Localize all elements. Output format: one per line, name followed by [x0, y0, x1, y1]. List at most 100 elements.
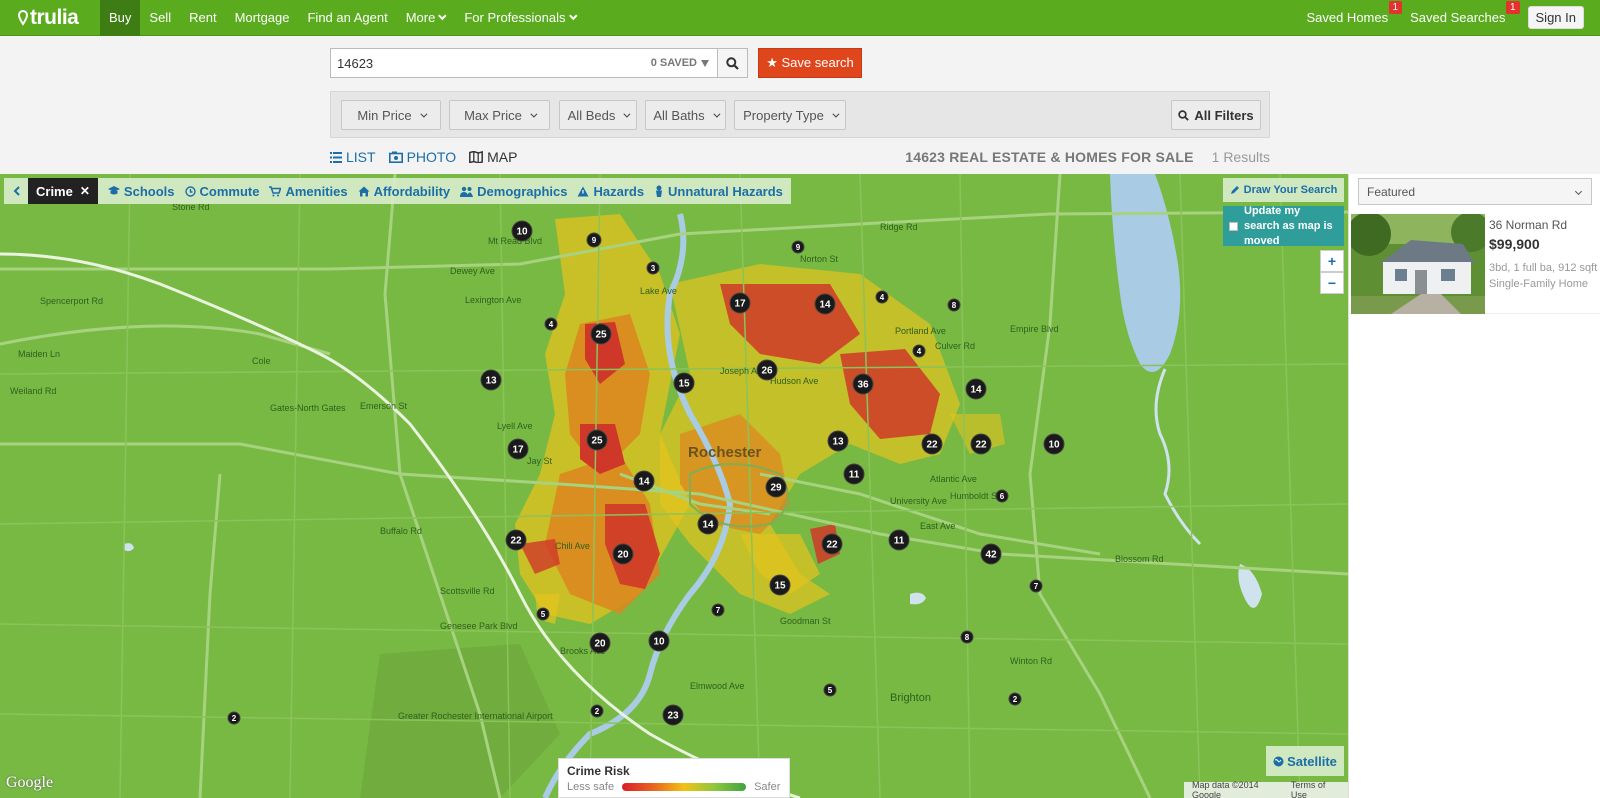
- cluster-marker[interactable]: 3: [646, 261, 660, 275]
- beds-dropdown[interactable]: All Beds: [559, 100, 637, 130]
- layer-crime[interactable]: Crime ✕: [28, 178, 98, 204]
- layer-bar-back-button[interactable]: [4, 178, 28, 204]
- cluster-marker[interactable]: 9: [586, 232, 602, 248]
- cluster-marker[interactable]: 2: [1008, 692, 1022, 706]
- search-box: 0 SAVED: [330, 48, 748, 78]
- cluster-marker[interactable]: 6: [995, 489, 1009, 503]
- draw-your-search-button[interactable]: Draw Your Search: [1223, 178, 1344, 202]
- sign-in-button[interactable]: Sign In: [1527, 6, 1584, 29]
- cluster-marker[interactable]: 20: [612, 543, 634, 565]
- nav-item-mortgage[interactable]: Mortgage: [226, 0, 299, 36]
- nav-item-label: For Professionals: [464, 10, 566, 25]
- cluster-marker[interactable]: 15: [673, 372, 695, 394]
- cluster-marker[interactable]: 42: [980, 543, 1002, 565]
- cluster-marker[interactable]: 10: [648, 630, 670, 652]
- nav-item-more[interactable]: More: [397, 0, 456, 36]
- cluster-marker[interactable]: 14: [965, 378, 987, 400]
- nav-item-find-an-agent[interactable]: Find an Agent: [298, 0, 396, 36]
- cluster-marker[interactable]: 13: [827, 430, 849, 452]
- listing-photo[interactable]: [1351, 214, 1485, 314]
- close-icon[interactable]: ✕: [80, 184, 90, 198]
- layer-demographics[interactable]: Demographics: [460, 184, 567, 199]
- cluster-marker[interactable]: 25: [590, 323, 612, 345]
- cluster-marker[interactable]: 22: [821, 533, 843, 555]
- tab-photo[interactable]: PHOTO: [388, 149, 456, 165]
- search-button[interactable]: [717, 49, 747, 77]
- cluster-marker[interactable]: 13: [480, 369, 502, 391]
- cluster-marker[interactable]: 11: [888, 529, 910, 551]
- cluster-marker[interactable]: 25: [586, 429, 608, 451]
- cluster-marker[interactable]: 36: [852, 373, 874, 395]
- cluster-marker[interactable]: 2: [227, 711, 241, 725]
- search-input[interactable]: [331, 55, 631, 71]
- cluster-marker[interactable]: 4: [544, 317, 558, 331]
- save-search-button[interactable]: ★ Save search: [758, 48, 862, 78]
- cluster-marker[interactable]: 7: [711, 603, 725, 617]
- update-search-checkbox[interactable]: [1229, 221, 1238, 231]
- satellite-toggle-button[interactable]: Satellite: [1266, 746, 1344, 776]
- nav-item-for-professionals[interactable]: For Professionals: [455, 0, 585, 36]
- terms-link[interactable]: Terms of Use: [1287, 780, 1344, 798]
- tab-list[interactable]: LIST: [330, 149, 376, 165]
- road-label: Blossom Rd: [1115, 554, 1164, 564]
- cluster-marker[interactable]: 9: [791, 240, 805, 254]
- cluster-marker[interactable]: 10: [1043, 433, 1065, 455]
- min-price-dropdown[interactable]: Min Price: [341, 100, 441, 130]
- zoom-out-button[interactable]: −: [1320, 272, 1344, 294]
- cluster-count: 9: [796, 243, 801, 252]
- cluster-marker[interactable]: 26: [756, 359, 778, 381]
- cluster-marker[interactable]: 22: [505, 529, 527, 551]
- cluster-marker[interactable]: 2: [590, 704, 604, 718]
- layer-hazards[interactable]: Hazards: [577, 184, 644, 199]
- zoom-in-button[interactable]: +: [1320, 250, 1344, 272]
- cluster-marker[interactable]: 10: [511, 220, 533, 242]
- cluster-marker[interactable]: 5: [536, 607, 550, 621]
- saved-searches-dropdown[interactable]: 0 SAVED: [651, 57, 709, 69]
- road-label: Chili Ave: [555, 541, 590, 551]
- cluster-marker[interactable]: 22: [970, 433, 992, 455]
- layer-schools[interactable]: Schools: [107, 184, 175, 199]
- pond: [1238, 564, 1262, 608]
- trulia-logo[interactable]: trulia: [0, 6, 100, 30]
- cluster-marker[interactable]: 20: [589, 632, 611, 654]
- listing-address[interactable]: 36 Norman Rd: [1489, 218, 1567, 232]
- layer-amenities[interactable]: Amenities: [269, 184, 348, 199]
- cluster-marker[interactable]: 14: [814, 293, 836, 315]
- cluster-marker[interactable]: 5: [823, 683, 837, 697]
- cluster-marker[interactable]: 4: [875, 290, 889, 304]
- layer-commute[interactable]: Commute: [184, 184, 259, 199]
- update-search-toggle[interactable]: Update my search as map is moved: [1223, 205, 1344, 247]
- cluster-marker[interactable]: 17: [507, 438, 529, 460]
- max-price-dropdown[interactable]: Max Price: [449, 100, 550, 130]
- nav-item-sell[interactable]: Sell: [140, 0, 180, 36]
- cluster-marker[interactable]: 7: [1029, 579, 1043, 593]
- beds-label: All Beds: [567, 107, 616, 123]
- saved-searches-link[interactable]: Saved Searches 1: [1410, 1, 1520, 25]
- cluster-marker[interactable]: 4: [912, 344, 926, 358]
- cluster-marker[interactable]: 15: [769, 574, 791, 596]
- nav-item-rent[interactable]: Rent: [180, 0, 225, 36]
- cluster-marker[interactable]: 22: [921, 433, 943, 455]
- sort-select[interactable]: Featured: [1358, 178, 1592, 205]
- layer-affordability[interactable]: Affordability: [358, 184, 450, 199]
- cluster-marker[interactable]: 17: [729, 292, 751, 314]
- cluster-marker[interactable]: 29: [765, 476, 787, 498]
- layer-unnatural-hazards[interactable]: Unnatural Hazards: [654, 184, 783, 199]
- listing-card[interactable]: 36 Norman Rd $99,900 3bd, 1 full ba, 912…: [1349, 214, 1600, 314]
- tab-map[interactable]: MAP: [469, 149, 517, 165]
- cluster-marker[interactable]: 11: [843, 463, 865, 485]
- nav-item-buy[interactable]: Buy: [100, 0, 141, 36]
- cluster-marker[interactable]: 8: [947, 298, 961, 312]
- cluster-marker[interactable]: 23: [662, 704, 684, 726]
- saved-homes-link[interactable]: Saved Homes 1: [1306, 1, 1403, 25]
- all-filters-button[interactable]: All Filters: [1171, 100, 1261, 130]
- nav-item-label: Mortgage: [234, 10, 290, 25]
- pencil-icon: [1230, 186, 1239, 194]
- baths-dropdown[interactable]: All Baths: [645, 100, 726, 130]
- cluster-marker[interactable]: 14: [633, 470, 655, 492]
- search-icon: [1178, 109, 1190, 121]
- cluster-marker[interactable]: 8: [960, 630, 974, 644]
- property-type-dropdown[interactable]: Property Type: [734, 100, 846, 130]
- map-canvas[interactable]: Rochester Gates-North Gates Cole Brighto…: [0, 174, 1348, 798]
- cluster-marker[interactable]: 14: [697, 513, 719, 535]
